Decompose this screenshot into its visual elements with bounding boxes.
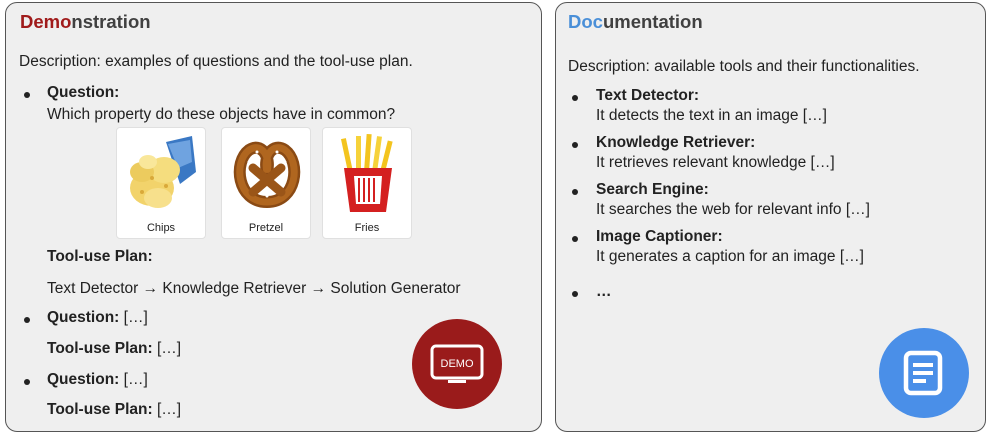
question-text: Which property do these objects have in … xyxy=(47,106,396,123)
plan-text: Text Detector → Knowledge Retriever → So… xyxy=(47,280,461,297)
documentation-title: Documentation xyxy=(568,11,703,33)
plan-row: Tool-use Plan: […] xyxy=(47,340,181,358)
pretzel-image xyxy=(233,141,301,208)
image-caption: Pretzel xyxy=(248,222,284,234)
plan-row: Tool-use Plan: […] xyxy=(47,401,181,419)
chips-bag-image xyxy=(130,136,196,208)
question-text: […] xyxy=(123,371,148,388)
tool-desc: It generates a caption for an image […] xyxy=(596,248,864,265)
fries-image xyxy=(340,133,393,212)
tool-name: Knowledge Retriever: xyxy=(596,134,756,151)
demonstration-title: Demonstration xyxy=(20,11,151,33)
image-card-chips: Chips xyxy=(116,127,206,239)
tool-name: Text Detector: xyxy=(596,87,700,104)
image-caption: Chips xyxy=(146,222,176,234)
document-icon xyxy=(879,328,969,418)
documentation-description: Description: available tools and their f… xyxy=(568,58,920,75)
documentation-panel: Documentation Description: available too… xyxy=(555,2,986,432)
title-accent: Demo xyxy=(20,11,72,32)
ellipsis-item: … xyxy=(596,283,612,300)
bullet-dot xyxy=(572,291,578,297)
tool-name: Image Captioner: xyxy=(596,228,723,245)
question-row: Question: […] xyxy=(47,309,148,327)
question-text: […] xyxy=(123,309,148,326)
bullet-dot xyxy=(572,189,578,195)
question-label: Question: xyxy=(47,84,120,101)
tool-name: Search Engine: xyxy=(596,181,709,198)
title-rest: nstration xyxy=(71,11,151,32)
question-label: Question: xyxy=(47,309,120,326)
question-row: Question: […] xyxy=(47,371,148,389)
plan-label: Tool-use Plan: xyxy=(47,248,153,265)
bullet-dot xyxy=(24,92,30,98)
demonstration-description: Description: examples of questions and t… xyxy=(19,53,413,70)
plan-label: Tool-use Plan: xyxy=(47,401,153,418)
bullet-dot xyxy=(24,379,30,385)
plan-label: Tool-use Plan: xyxy=(47,340,153,357)
tool-desc: It retrieves relevant knowledge […] xyxy=(596,154,835,171)
demo-icon-label: DEMO xyxy=(441,358,474,370)
bullet-dot xyxy=(24,317,30,323)
tool-desc: It detects the text in an image […] xyxy=(596,107,827,124)
question-label: Question: xyxy=(47,371,120,388)
bullet-dot xyxy=(572,142,578,148)
title-accent: Doc xyxy=(568,11,603,32)
image-card-pretzel: Pretzel xyxy=(221,127,311,239)
image-card-fries: Fries xyxy=(322,127,412,239)
title-rest: umentation xyxy=(602,11,703,32)
demonstration-panel: Demonstration Description: examples of q… xyxy=(5,2,542,432)
bullet-dot xyxy=(572,95,578,101)
bullet-dot xyxy=(572,236,578,242)
plan-text: […] xyxy=(156,340,182,357)
image-caption: Fries xyxy=(354,222,380,234)
tool-desc: It searches the web for relevant info […… xyxy=(596,201,870,218)
demo-monitor-icon: DEMO xyxy=(412,319,502,409)
plan-text: […] xyxy=(156,401,182,418)
